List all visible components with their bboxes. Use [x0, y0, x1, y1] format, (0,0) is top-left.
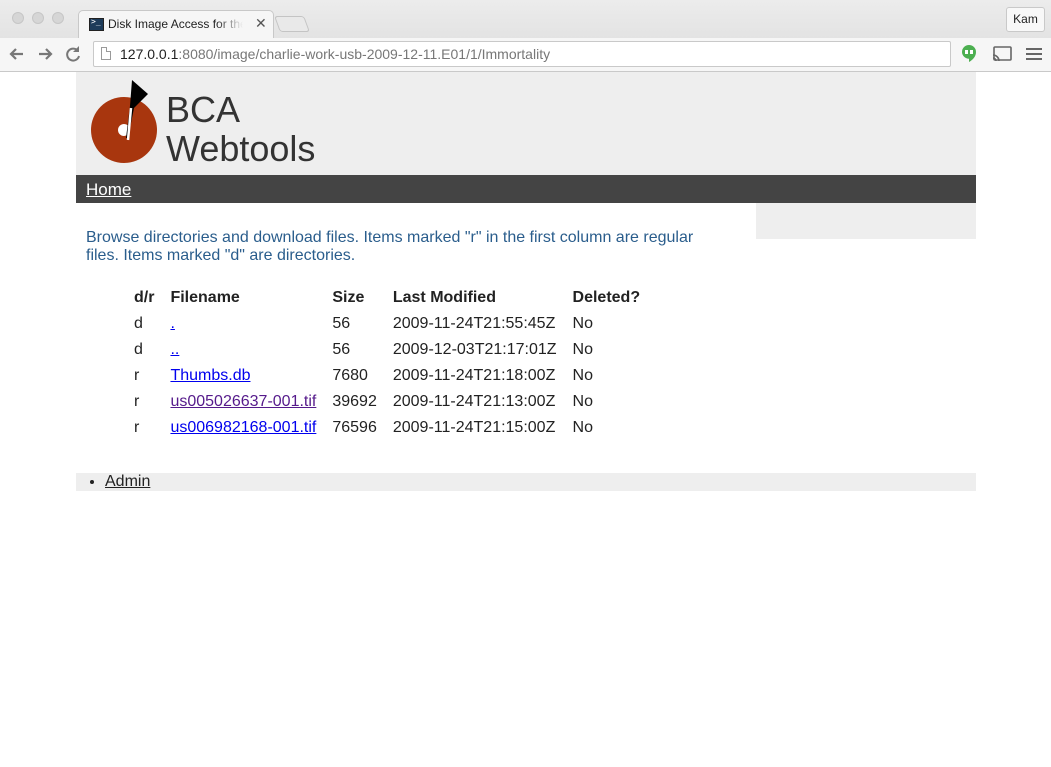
cell-deleted: No: [572, 315, 593, 332]
admin-link[interactable]: Admin: [105, 473, 150, 490]
cell-type: r: [134, 367, 140, 384]
cell-type: d: [134, 315, 143, 332]
footer-menu-item: Admin: [105, 473, 976, 491]
cell-modified: 2009-12-03T21:17:01Z: [392, 341, 557, 358]
file-link[interactable]: us006982168-001.tif: [170, 419, 316, 436]
window-zoom-button[interactable]: [52, 12, 64, 24]
forward-arrow-icon[interactable]: [34, 43, 56, 65]
cell-deleted: No: [572, 393, 593, 410]
cell-type: r: [134, 419, 140, 436]
table-row: r us005026637-001.tif 39692 2009-11-24T2…: [127, 389, 649, 415]
column-header-size: Size: [332, 289, 365, 306]
column-header-type: d/r: [134, 289, 155, 306]
cell-size: 7680: [332, 367, 368, 384]
cell-type: d: [134, 341, 143, 358]
browser-toolbar: 127.0.0.1:8080/image/charlie-work-usb-20…: [0, 38, 1051, 72]
cell-size: 39692: [332, 393, 377, 410]
url-text: 127.0.0.1:8080/image/charlie-work-usb-20…: [120, 46, 551, 62]
site-header: BCA Webtools: [76, 72, 976, 175]
column-header-deleted: Deleted?: [572, 289, 641, 306]
table-row: d . 56 2009-11-24T21:55:45Z No: [127, 311, 649, 337]
cell-size: 56: [332, 315, 351, 332]
table-row: d .. 56 2009-12-03T21:17:01Z No: [127, 337, 649, 363]
cell-modified: 2009-11-24T21:55:45Z: [392, 315, 556, 332]
file-link[interactable]: .: [170, 315, 174, 332]
cell-deleted: No: [572, 419, 593, 436]
table-row: r us006982168-001.tif 76596 2009-11-24T2…: [127, 415, 649, 441]
page-icon: [101, 47, 111, 60]
reload-icon[interactable]: [62, 43, 84, 65]
file-table: d/r Filename Size Last Modified Deleted?…: [127, 285, 649, 441]
sidebar-panel: [756, 203, 976, 239]
nav-home-link[interactable]: Home: [86, 180, 131, 200]
window-close-button[interactable]: [12, 12, 24, 24]
tab-close-icon[interactable]: ✕: [255, 15, 267, 32]
tab-title: Disk Image Access for the Web: [108, 17, 243, 31]
new-tab-button[interactable]: [274, 16, 310, 32]
menu-icon[interactable]: [1026, 46, 1042, 62]
site-title: BCA Webtools: [166, 89, 316, 169]
table-header-row: d/r Filename Size Last Modified Deleted?: [127, 285, 649, 311]
address-bar[interactable]: 127.0.0.1:8080/image/charlie-work-usb-20…: [93, 41, 951, 67]
intro-text: Browse directories and download files. I…: [86, 229, 694, 264]
cell-type: r: [134, 393, 140, 410]
table-row: r Thumbs.db 7680 2009-11-24T21:18:00Z No: [127, 363, 649, 389]
column-header-modified: Last Modified: [392, 289, 496, 306]
cell-deleted: No: [572, 367, 593, 384]
cell-deleted: No: [572, 341, 593, 358]
cell-modified: 2009-11-24T21:18:00Z: [392, 367, 556, 384]
navbar: Home: [76, 175, 976, 203]
bca-disc-logo-icon: [91, 80, 157, 163]
page-container: BCA Webtools Home: [76, 72, 976, 203]
cell-modified: 2009-11-24T21:13:00Z: [392, 393, 556, 410]
cast-icon[interactable]: [992, 46, 1012, 62]
browser-tab[interactable]: Disk Image Access for the Web ✕: [78, 10, 274, 38]
file-link[interactable]: us005026637-001.tif: [170, 393, 316, 410]
cell-size: 76596: [332, 419, 377, 436]
back-arrow-icon[interactable]: [6, 43, 28, 65]
footer-menu: Admin: [76, 473, 976, 491]
window-minimize-button[interactable]: [32, 12, 44, 24]
cell-modified: 2009-11-24T21:15:00Z: [392, 419, 556, 436]
profile-button[interactable]: Kam: [1006, 7, 1045, 32]
hangouts-extension-icon[interactable]: [961, 44, 977, 62]
browser-tab-strip: Disk Image Access for the Web ✕ Kam: [0, 0, 1051, 38]
file-link[interactable]: Thumbs.db: [170, 367, 250, 384]
terminal-favicon-icon: [89, 18, 104, 31]
footer-bar: Admin: [76, 473, 976, 491]
cell-size: 56: [332, 341, 351, 358]
file-link[interactable]: ..: [170, 341, 179, 358]
column-header-filename: Filename: [170, 289, 240, 306]
